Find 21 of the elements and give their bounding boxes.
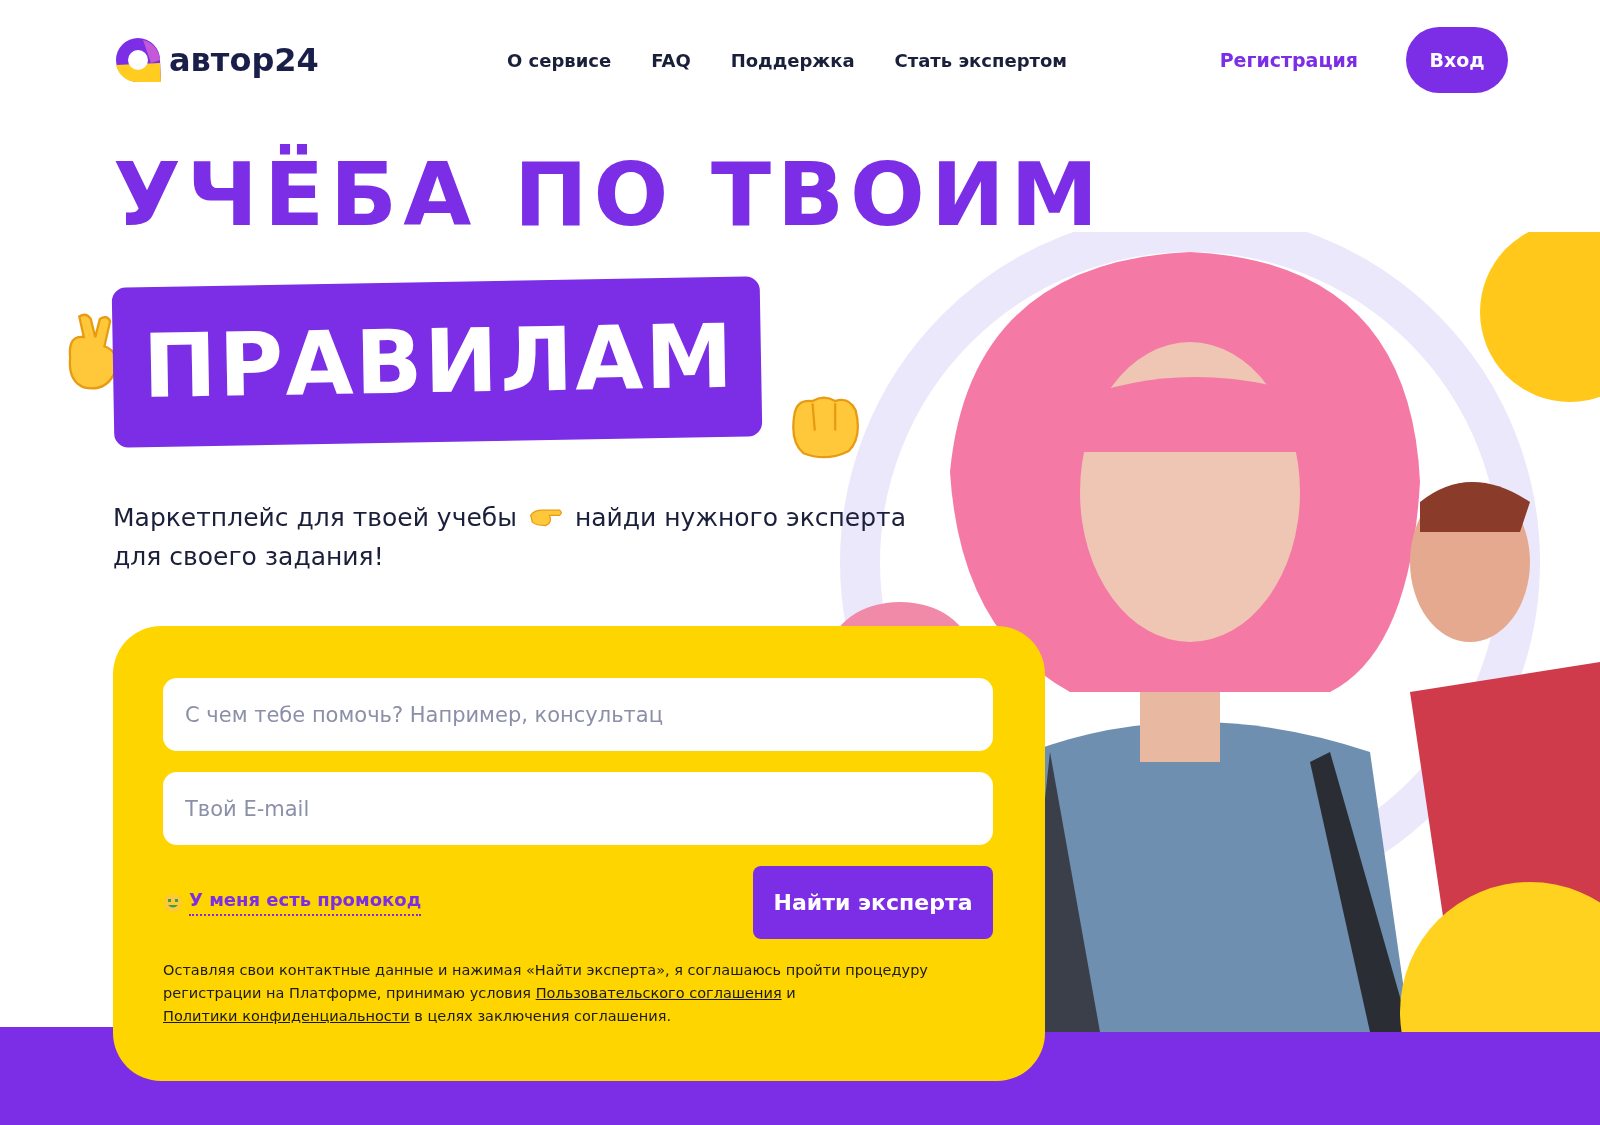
legal-text: Оставляя свои контактные данные и нажимая «Найти эксперта», я соглашаюсь пройти процедуру регистрации на Платформе, принимаю условия Пользовательского соглашения и Политики конфиденциальности в целях заключения соглашения. — [163, 961, 929, 1026]
promo-code-link[interactable]: У меня есть промокод — [189, 889, 422, 916]
login-button[interactable]: Вход — [1406, 27, 1508, 93]
subtitle-text: для своего задания! — [113, 542, 384, 571]
logo-icon[interactable] — [113, 35, 163, 85]
money-face-icon — [163, 892, 183, 913]
register-link[interactable]: Регистрация — [1219, 49, 1358, 71]
legal-link[interactable]: Политики конфиденциальности — [163, 1008, 410, 1024]
logo-text[interactable]: автор24 — [169, 41, 319, 79]
nav-link[interactable]: Поддержка — [730, 49, 855, 71]
task-field[interactable]: С чем тебе помочь? Например, консультац — [163, 678, 993, 751]
legal-link[interactable]: Пользовательского соглашения — [535, 985, 782, 1001]
subtitle-text: найди нужного эксперта — [574, 503, 906, 532]
email-field[interactable]: Твой E-mail — [163, 772, 993, 845]
subtitle-text: Маркетплейс для твоей учебы — [113, 503, 517, 532]
nav-link[interactable]: FAQ — [651, 49, 691, 71]
hero-title-highlight: ПРАВИЛАМ — [111, 276, 763, 448]
hero-title: УЧЁБА ПО ТВОИМ — [113, 142, 1106, 248]
find-expert-button[interactable]: Найти эксперта — [753, 866, 993, 939]
nav-link[interactable]: Стать экспертом — [894, 49, 1068, 71]
nav-link[interactable]: О сервисе — [507, 49, 612, 71]
